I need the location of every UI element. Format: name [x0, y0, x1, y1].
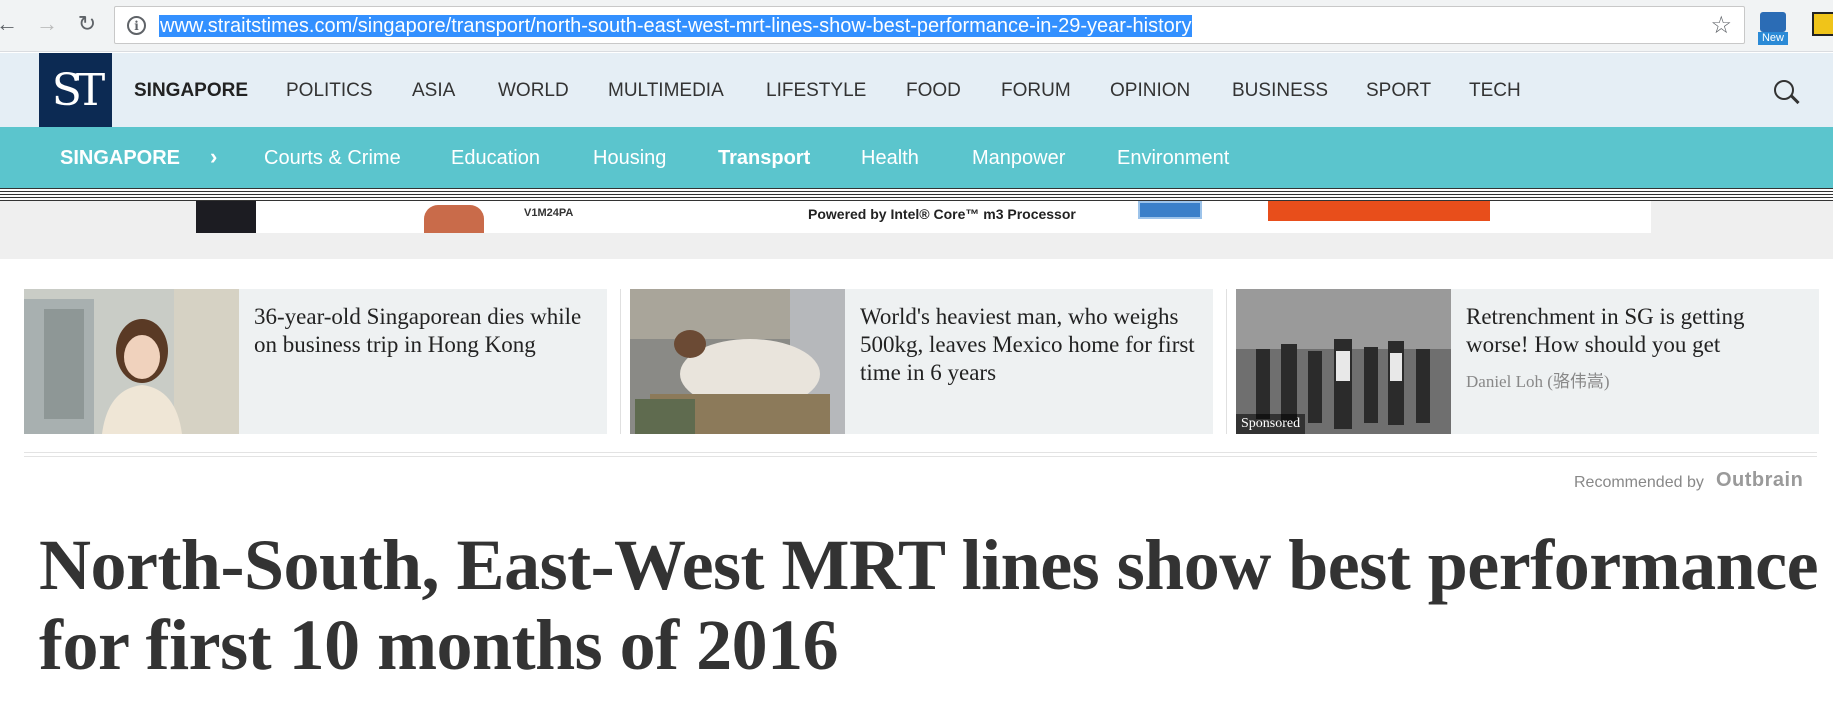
ad-band: V1M24PA Powered by Intel® Core™ m3 Proce… — [0, 201, 1833, 259]
nav-politics[interactable]: POLITICS — [286, 80, 373, 102]
subnav-housing[interactable]: Housing — [593, 147, 666, 170]
nav-world[interactable]: WORLD — [498, 80, 569, 102]
ad-text: Powered by Intel® Core™ m3 Processor — [808, 206, 1076, 222]
nav-business[interactable]: BUSINESS — [1232, 80, 1328, 102]
recommendation-card[interactable]: Sponsored Retrenchment in SG is getting … — [1236, 289, 1819, 434]
subnav-environment[interactable]: Environment — [1117, 147, 1229, 170]
ad-chip-image — [1138, 201, 1202, 219]
ad-code: V1M24PA — [524, 207, 574, 219]
subnav-manpower[interactable]: Manpower — [972, 147, 1065, 170]
thumbnail-image[interactable] — [24, 289, 239, 434]
top-navigation: ST SINGAPORE POLITICS ASIA WORLD MULTIME… — [0, 53, 1833, 127]
chevron-right-icon: › — [210, 144, 218, 169]
nav-sport[interactable]: SPORT — [1366, 80, 1431, 102]
url-text[interactable]: www.straitstimes.com/singapore/transport… — [159, 15, 1193, 37]
subnav-health[interactable]: Health — [861, 147, 919, 170]
thumbnail-image[interactable]: Sponsored — [1236, 289, 1451, 434]
outbrain-logo[interactable]: Outbrain — [1716, 469, 1803, 492]
nav-divider — [0, 188, 1833, 201]
sponsored-badge: Sponsored — [1236, 414, 1306, 434]
recommendation-title[interactable]: Retrenchment in SG is getting worse! How… — [1466, 303, 1806, 359]
ad-button[interactable] — [1268, 201, 1490, 221]
ad-image — [424, 205, 484, 233]
recommendation-card[interactable]: World's heaviest man, who weighs 500kg, … — [630, 289, 1213, 434]
nav-lifestyle[interactable]: LIFESTYLE — [766, 80, 866, 102]
subnav-education[interactable]: Education — [451, 147, 540, 170]
forward-arrow-icon[interactable]: → — [32, 9, 62, 39]
extension-icon[interactable]: New — [1758, 10, 1790, 46]
nav-asia[interactable]: ASIA — [412, 80, 455, 102]
subnav-transport[interactable]: Transport — [718, 147, 810, 170]
info-icon[interactable]: i — [127, 16, 146, 35]
nav-tech[interactable]: TECH — [1469, 80, 1521, 102]
nav-singapore[interactable]: SINGAPORE — [134, 80, 248, 102]
recommendation-source: Daniel Loh (骆伟嵩) — [1466, 372, 1610, 391]
search-icon[interactable] — [1774, 80, 1794, 100]
nav-opinion[interactable]: OPINION — [1110, 80, 1190, 102]
site-logo[interactable]: ST — [39, 53, 112, 127]
divider — [24, 452, 1817, 457]
recommendation-title[interactable]: World's heaviest man, who weighs 500kg, … — [860, 303, 1200, 387]
section-navigation: SINGAPORE › Courts & Crime Education Hou… — [0, 127, 1833, 188]
address-bar[interactable]: i www.straitstimes.com/singapore/transpo… — [114, 6, 1745, 44]
thumbnail-image[interactable] — [630, 289, 845, 434]
browser-toolbar: ← → ↻ i www.straitstimes.com/singapore/t… — [0, 0, 1833, 52]
nav-food[interactable]: FOOD — [906, 80, 961, 102]
star-icon[interactable]: ☆ — [1710, 11, 1732, 40]
subnav-courts-crime[interactable]: Courts & Crime — [264, 147, 401, 170]
section-title[interactable]: SINGAPORE — [60, 147, 180, 170]
recommendation-card[interactable]: 36-year-old Singaporean dies while on bu… — [24, 289, 607, 434]
nav-forum[interactable]: FORUM — [1001, 80, 1071, 102]
back-arrow-icon[interactable]: ← — [0, 9, 22, 39]
extension-2-icon[interactable] — [1812, 12, 1833, 36]
nav-multimedia[interactable]: MULTIMEDIA — [608, 80, 724, 102]
article-headline: North-South, East-West MRT lines show be… — [39, 525, 1819, 685]
extension-badge: New — [1758, 32, 1788, 45]
recommended-by-label: Recommended by — [1574, 474, 1704, 491]
advertisement[interactable]: V1M24PA Powered by Intel® Core™ m3 Proce… — [196, 201, 1651, 233]
recommendation-title[interactable]: 36-year-old Singaporean dies while on bu… — [254, 303, 594, 359]
reload-icon[interactable]: ↻ — [72, 9, 102, 39]
